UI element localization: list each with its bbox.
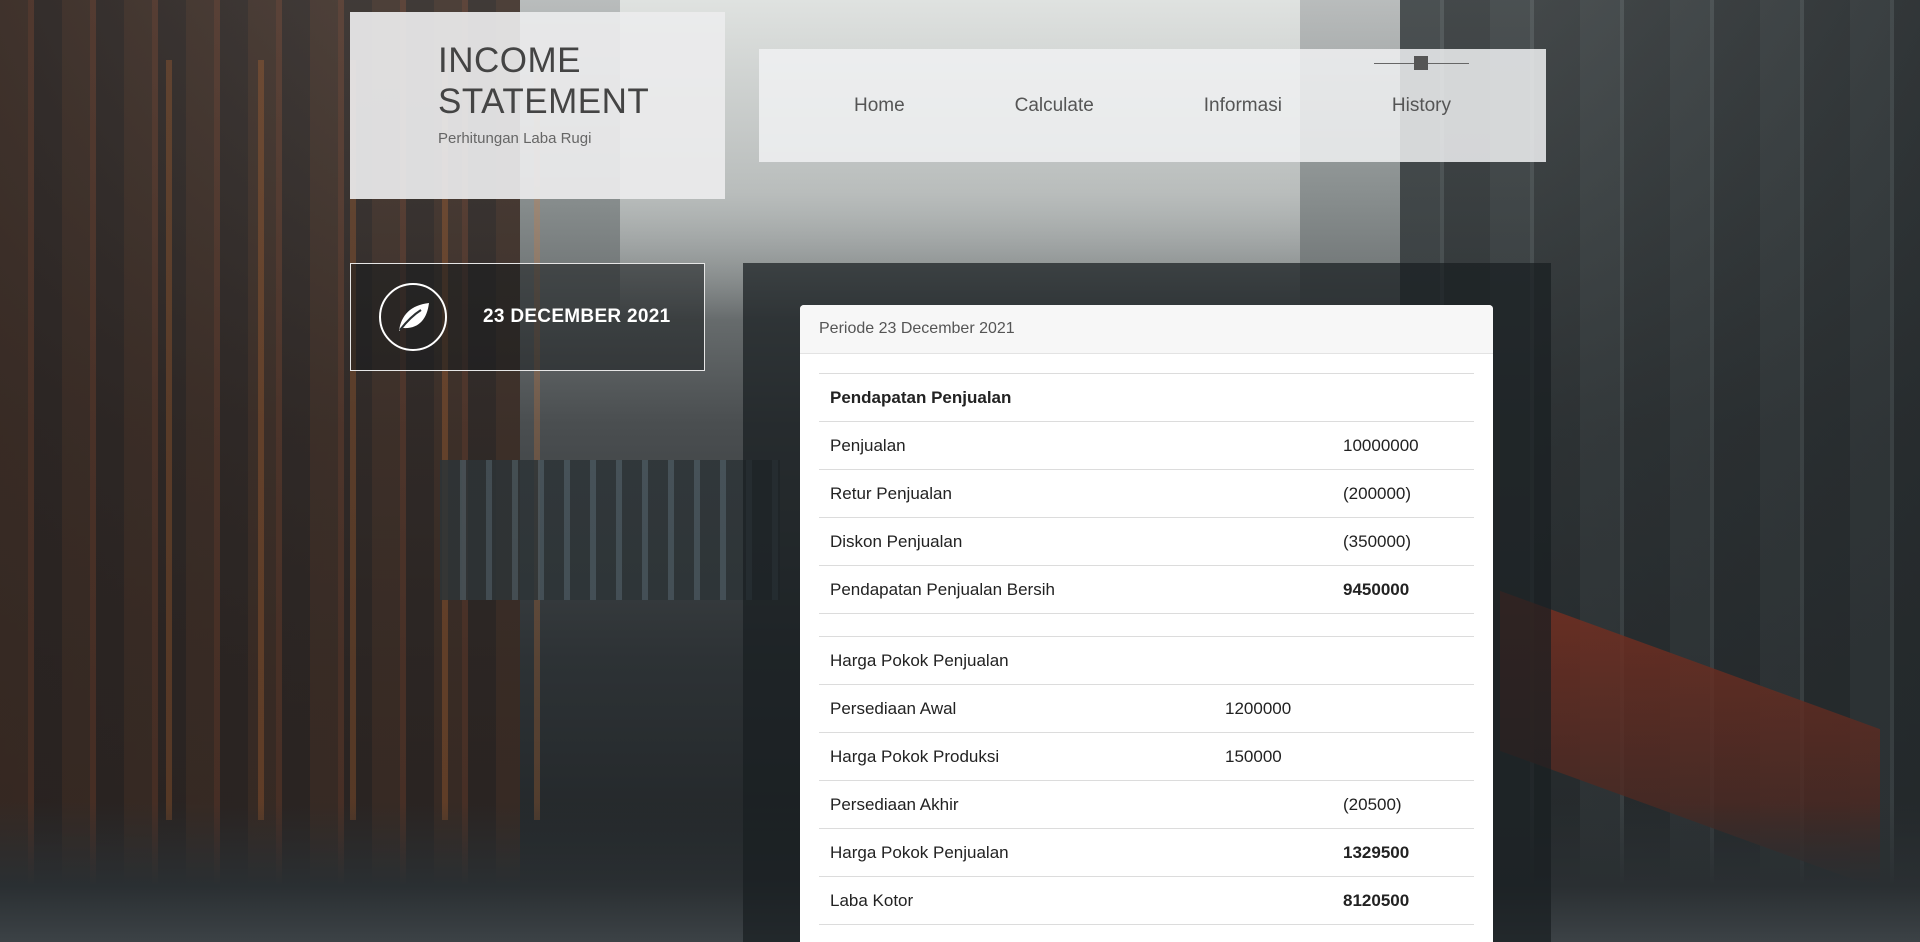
row-total-value: 1329500 [1332, 828, 1474, 877]
table-row: Retur Penjualan (200000) [819, 469, 1474, 518]
table-row: Harga Pokok Produksi 150000 [819, 732, 1474, 781]
nav-history[interactable]: History [1373, 55, 1470, 117]
row-value-col2 [1332, 684, 1474, 733]
row-value-col2 [1332, 732, 1474, 781]
row-value-col2: 10000000 [1332, 421, 1474, 470]
table-row [819, 924, 1474, 942]
row-value-col1 [1214, 780, 1332, 829]
row-label: Harga Pokok Produksi [819, 732, 1214, 781]
row-label: Penjualan [819, 421, 1214, 470]
row-label: Persediaan Awal [819, 684, 1214, 733]
section-title: Harga Pokok Penjualan [819, 636, 1214, 685]
nav-calculate[interactable]: Calculate [1015, 95, 1094, 117]
row-label: Harga Pokok Penjualan [819, 828, 1214, 877]
table-row: Penjualan 10000000 [819, 421, 1474, 470]
row-value-col1 [1214, 828, 1332, 877]
table-row: Laba Kotor 8120500 [819, 876, 1474, 925]
section-title: Pendapatan Penjualan [819, 373, 1214, 422]
site-title-line-1: INCOME [438, 41, 581, 80]
nav-history-label: History [1391, 94, 1451, 116]
site-subtitle: Perhitungan Laba Rugi [438, 130, 592, 147]
brand-box: INCOME STATEMENT Perhitungan Laba Rugi [350, 12, 725, 199]
statement-card: Periode 23 December 2021 Pendapatan Penj… [800, 305, 1493, 942]
leaf-icon [379, 283, 447, 351]
period-header: Periode 23 December 2021 [800, 305, 1493, 354]
site-title: INCOME STATEMENT [438, 40, 725, 122]
gross-profit-value: 8120500 [1332, 876, 1474, 925]
row-label: Persediaan Akhir [819, 780, 1214, 829]
section-header-row: Harga Pokok Penjualan [819, 636, 1474, 685]
row-label: Pendapatan Penjualan Bersih [819, 565, 1214, 614]
row-value-col2: (20500) [1332, 780, 1474, 829]
row-value-col1 [1214, 469, 1332, 518]
date-label: 23 DECEMBER 2021 [483, 306, 671, 327]
row-label: Diskon Penjualan [819, 517, 1214, 566]
section-header-row: Pendapatan Penjualan [819, 373, 1474, 422]
row-value-col2: (350000) [1332, 517, 1474, 566]
row-value-col1: 150000 [1214, 732, 1332, 781]
site-title-line-2: STATEMENT [438, 82, 650, 121]
row-total-value: 9450000 [1332, 565, 1474, 614]
table-row: Diskon Penjualan (350000) [819, 517, 1474, 566]
row-value-col2: (200000) [1332, 469, 1474, 518]
active-nav-marker [1414, 55, 1429, 70]
nav-informasi[interactable]: Informasi [1204, 95, 1282, 117]
main-nav: Home Calculate Informasi History [759, 49, 1546, 162]
row-label: Laba Kotor [819, 876, 1214, 925]
row-value-col1 [1214, 421, 1332, 470]
table-row: Persediaan Akhir (20500) [819, 780, 1474, 829]
table-row: Pendapatan Penjualan Bersih 9450000 [819, 565, 1474, 614]
table-row: Persediaan Awal 1200000 [819, 684, 1474, 733]
nav-home[interactable]: Home [854, 95, 905, 117]
income-statement-table: Pendapatan Penjualan Penjualan 10000000 … [819, 373, 1474, 942]
row-value-col1 [1214, 876, 1332, 925]
section-spacer-row [819, 613, 1474, 637]
date-banner: 23 DECEMBER 2021 [350, 263, 705, 371]
row-value-col1: 1200000 [1214, 684, 1332, 733]
table-row: Harga Pokok Penjualan 1329500 [819, 828, 1474, 877]
row-value-col1 [1214, 517, 1332, 566]
statement-body: Pendapatan Penjualan Penjualan 10000000 … [800, 354, 1493, 942]
row-value-col1 [1214, 565, 1332, 614]
background-skybridge [440, 460, 780, 600]
row-label: Retur Penjualan [819, 469, 1214, 518]
